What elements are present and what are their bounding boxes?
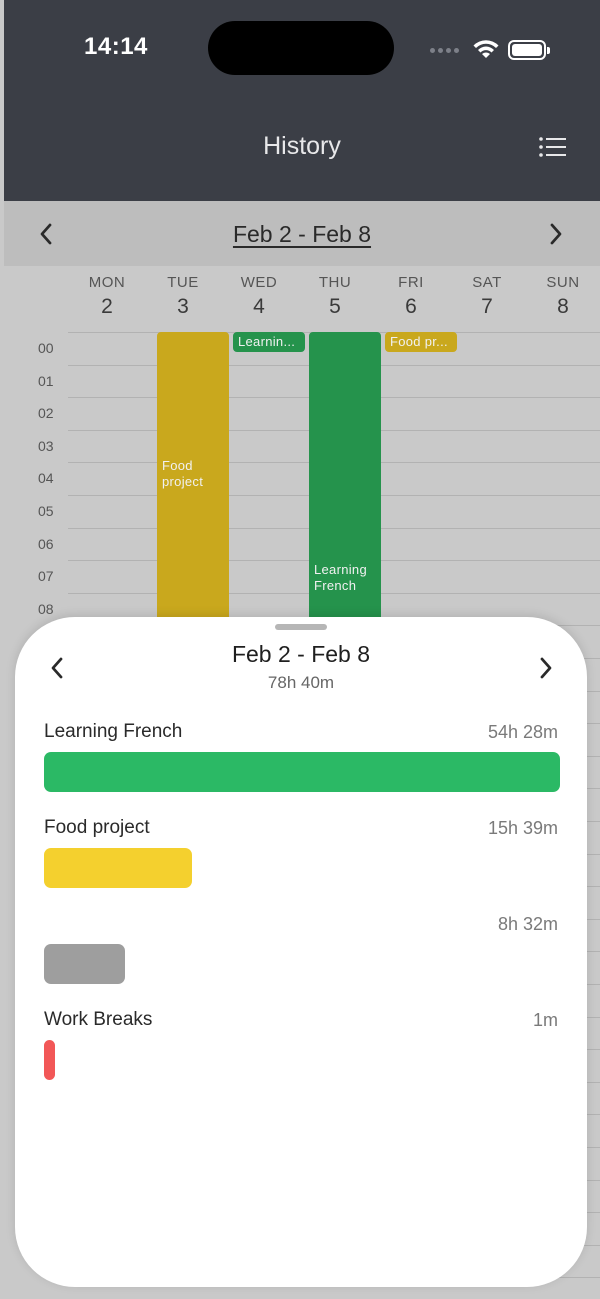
day-date: 5 [329,295,341,318]
summary-row-label: Learning French [44,721,183,742]
summary-row-label: Work Breaks [44,1009,153,1030]
next-week-chevron-icon[interactable] [544,219,568,249]
summary-sheet: Feb 2 - Feb 8 78h 40m Learning French 54h… [15,617,587,1287]
app-header: 14:14 History [4,0,600,201]
day-date: 6 [405,295,417,318]
day-name: THU [318,274,352,291]
summary-row-duration: 8h 32m [497,914,558,934]
summary-range: Feb 2 - Feb 8 [231,641,371,667]
sheet-grabber[interactable] [275,624,327,630]
cellular-signal-icon [430,48,459,53]
summary-row-duration: 15h 39m [487,818,558,838]
day-name: TUE [167,274,199,291]
day-header-fri[interactable]: FRI 6 [373,274,449,319]
week-navigator: Feb 2 - Feb 8 [4,201,600,266]
summary-row-duration: 54h 28m [487,722,558,742]
hour-label: 05 [38,503,54,519]
wifi-icon [473,40,499,58]
calendar-event[interactable]: Learnin... [233,332,305,352]
hour-label: 06 [38,535,54,552]
calendar-event[interactable]: Food project [157,332,229,626]
day-header-wed[interactable]: WED 4 [221,274,297,319]
summary-row-bar[interactable] [44,1040,55,1080]
day-name: MON [88,274,126,291]
calendar-event[interactable]: Food pr... [385,332,457,352]
summary-row-bar[interactable] [44,752,560,792]
calendar-event-label: Food project [162,458,204,489]
hour-label: 07 [38,568,54,585]
day-date: 8 [557,295,569,318]
hour-label: 00 [38,340,54,356]
calendar-event-label: Learning French [314,562,367,593]
summary-row-bar[interactable] [44,944,125,984]
calendar-event-label: Food pr... [390,334,448,349]
hour-label: 01 [38,372,54,389]
day-date: 3 [177,295,189,318]
day-header-mon[interactable]: MON 2 [69,274,145,319]
calendar-event-label: Learnin... [238,334,296,349]
page-title: History [263,132,341,160]
summary-row-bar[interactable] [44,848,192,888]
battery-icon [508,40,550,60]
day-date: 7 [481,295,493,318]
list-icon[interactable] [538,135,568,159]
day-name: WED [240,274,278,291]
hour-label: 08 [38,600,54,617]
dynamic-island [208,21,394,75]
day-name: FRI [398,274,424,291]
status-time: 14:14 [84,33,148,60]
day-name: SAT [472,274,502,291]
day-header-sat[interactable]: SAT 7 [449,274,525,319]
day-header-sun[interactable]: SUN 8 [525,274,600,319]
hour-label: 03 [38,437,54,454]
day-date: 2 [101,295,113,318]
week-range-link[interactable]: Feb 2 - Feb 8 [4,221,600,248]
summary-next-chevron-icon[interactable] [534,653,558,683]
day-date: 4 [253,295,265,318]
hour-label: 02 [38,405,54,422]
summary-row-label: Food project [44,817,150,838]
day-header-thu[interactable]: THU 5 [297,274,373,319]
day-header-tue[interactable]: TUE 3 [145,274,221,319]
summary-row-duration: 1m [532,1010,558,1030]
summary-total: 78h 40m [267,673,335,692]
status-icons [430,38,560,62]
hour-label: 04 [38,470,54,487]
calendar-event[interactable]: Learning French [309,332,381,626]
day-name: SUN [546,274,580,291]
